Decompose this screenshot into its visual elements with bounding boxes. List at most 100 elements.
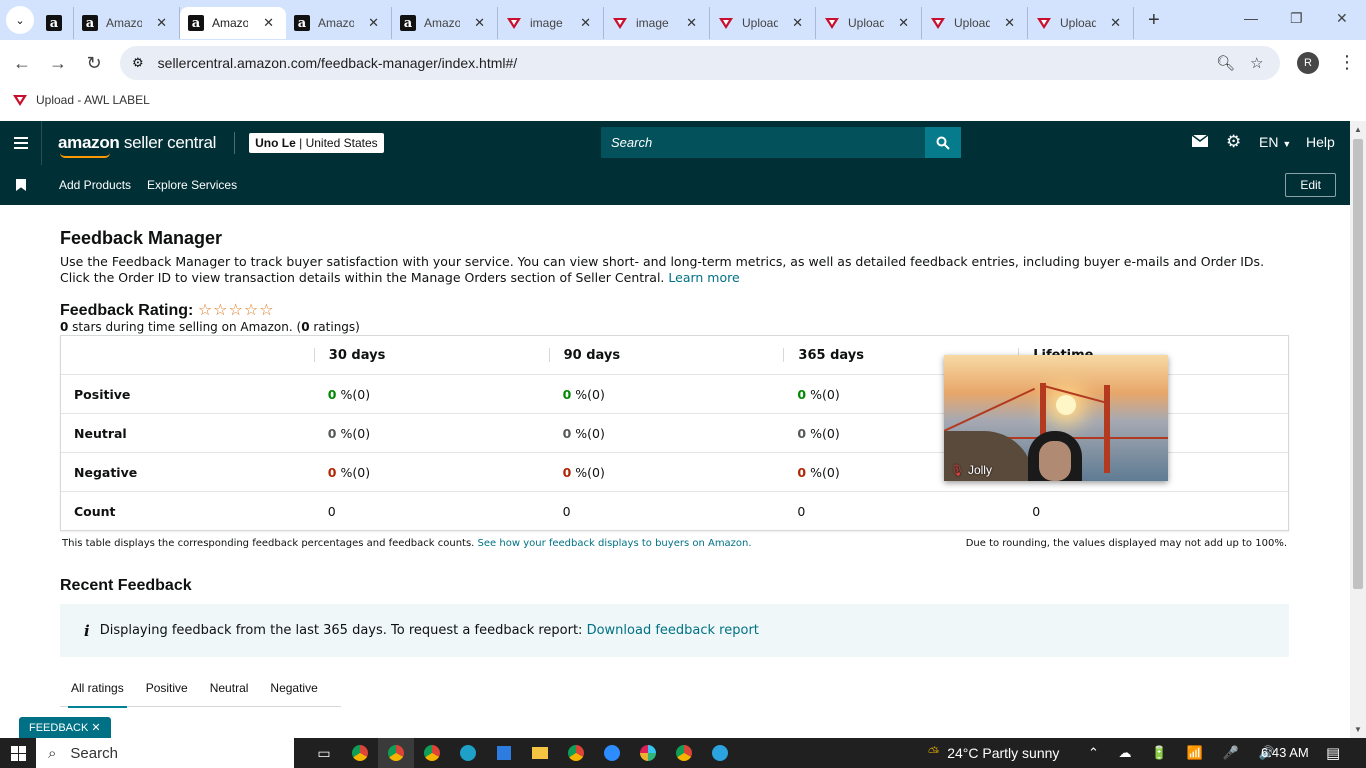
tab-close-icon[interactable]: ✕: [686, 15, 697, 31]
search-input[interactable]: Search: [601, 127, 961, 158]
tab-search-button[interactable]: ⌄: [6, 6, 34, 34]
amazon-favicon-icon: a: [188, 15, 204, 31]
table-note: This table displays the corresponding fe…: [62, 538, 752, 549]
minimize-icon[interactable]: —: [1244, 10, 1258, 26]
browser-tab[interactable]: image ✕: [498, 7, 604, 39]
scroll-down-icon[interactable]: ▼: [1354, 725, 1362, 734]
edge-icon[interactable]: [450, 738, 486, 768]
settings-gear-icon[interactable]: ⚙: [1226, 132, 1241, 152]
search-icon: ⌕: [48, 744, 57, 762]
column-header: 90 days: [548, 348, 784, 363]
taskbar-search[interactable]: ⌕ Search: [36, 738, 294, 768]
forward-icon[interactable]: →: [40, 53, 76, 74]
zoom-icon[interactable]: 🔍︎: [1216, 54, 1235, 72]
tab-close-icon[interactable]: ✕: [1004, 15, 1015, 31]
bookmark-star-icon[interactable]: ☆: [1250, 54, 1263, 72]
back-icon[interactable]: ←: [4, 53, 40, 74]
bookmark-upload-awl-label[interactable]: Upload - AWL LABEL: [36, 93, 150, 107]
filter-tab-negative[interactable]: Negative: [259, 669, 328, 707]
file-explorer-icon[interactable]: [522, 738, 558, 768]
bookmark-icon[interactable]: [16, 179, 26, 191]
hamburger-menu-icon[interactable]: [0, 121, 42, 165]
clock[interactable]: 6:43 AM: [1261, 745, 1309, 760]
learn-more-link[interactable]: Learn more: [668, 270, 739, 285]
chrome-icon[interactable]: [414, 738, 450, 768]
tab-close-icon[interactable]: ✕: [1110, 15, 1121, 31]
tab-title: image: [530, 16, 563, 30]
help-link[interactable]: Help: [1306, 134, 1335, 150]
tab-close-icon[interactable]: ✕: [263, 15, 274, 31]
info-text: Displaying feedback from the last 365 da…: [99, 623, 583, 638]
notification-icon[interactable]: ▤: [1326, 744, 1340, 762]
new-tab-button[interactable]: +: [1148, 9, 1160, 32]
browser-tab[interactable]: Upload ✕: [922, 7, 1028, 39]
rating-count: 0: [301, 320, 310, 334]
filter-tab-all-ratings[interactable]: All ratings: [60, 669, 135, 708]
tab-close-icon[interactable]: ✕: [474, 15, 485, 31]
restore-icon[interactable]: ❐: [1290, 10, 1303, 27]
browser-tab[interactable]: a Amazon ✕: [74, 7, 180, 39]
chrome-icon[interactable]: [342, 738, 378, 768]
percent-value: 0: [797, 464, 807, 480]
account-switcher[interactable]: Uno Le | United States: [249, 133, 384, 153]
percent-count: %(0): [340, 425, 371, 441]
site-info-icon[interactable]: ⚙: [132, 55, 144, 71]
store-icon[interactable]: [486, 738, 522, 768]
row-label: Count: [74, 503, 116, 519]
language-selector[interactable]: EN ▼: [1259, 134, 1291, 150]
filter-tab-neutral[interactable]: Neutral: [199, 669, 260, 707]
address-bar[interactable]: ⚙ sellercentral.amazon.com/feedback-mana…: [120, 46, 1280, 80]
windows-start-icon[interactable]: [0, 745, 36, 761]
chrome-icon[interactable]: [666, 738, 702, 768]
table-cell: 0 %(0): [549, 414, 784, 452]
close-window-icon[interactable]: ✕: [1336, 10, 1348, 27]
browser-tab[interactable]: Upload ✕: [816, 7, 922, 39]
seller-central-header: amazon seller central Uno Le | United St…: [0, 121, 1350, 165]
download-feedback-report-link[interactable]: Download feedback report: [587, 623, 759, 638]
seller-central-logo[interactable]: amazon seller central: [58, 133, 216, 158]
url-text[interactable]: sellercentral.amazon.com/feedback-manage…: [158, 55, 518, 71]
search-button[interactable]: [925, 127, 961, 158]
browser-tab[interactable]: Upload ✕: [710, 7, 816, 39]
task-view-icon[interactable]: ▭: [306, 738, 342, 768]
tab-close-icon[interactable]: ✕: [898, 15, 909, 31]
weather-widget[interactable]: ⛅︎ 24°C Partly sunny: [928, 744, 1059, 761]
scroll-up-icon[interactable]: ▲: [1354, 125, 1362, 134]
edit-button[interactable]: Edit: [1285, 173, 1336, 197]
browser-tab[interactable]: image ✕: [604, 7, 710, 39]
browser-tab[interactable]: a Amazon ✕: [180, 7, 286, 39]
telegram-icon[interactable]: [702, 738, 738, 768]
tab-close-icon[interactable]: ✕: [580, 15, 591, 31]
table-cell: 0: [1018, 492, 1288, 530]
browser-tab[interactable]: a Amazon ✕: [286, 7, 392, 39]
browser-tab[interactable]: Upload ✕: [1028, 7, 1134, 39]
see-feedback-display-link[interactable]: See how your feedback displays to buyers…: [478, 538, 752, 549]
bridge-cable: [944, 387, 1036, 432]
mail-icon[interactable]: [1191, 134, 1209, 150]
browser-tab[interactable]: a: [40, 7, 74, 39]
tab-title: Amazon: [212, 16, 248, 30]
explore-services-link[interactable]: Explore Services: [147, 178, 237, 192]
tab-close-icon[interactable]: ✕: [792, 15, 803, 31]
percent-count: %(0): [810, 386, 840, 402]
browser-tab[interactable]: a Amazon ✕: [392, 7, 498, 39]
page-scrollbar[interactable]: ▲ ▼: [1350, 121, 1366, 738]
chrome-icon[interactable]: [378, 738, 414, 768]
video-call-overlay[interactable]: 🎙︎ Jolly: [944, 355, 1168, 481]
chrome-icon[interactable]: [558, 738, 594, 768]
feedback-button[interactable]: FEEDBACK ✕: [19, 717, 111, 738]
tab-close-icon[interactable]: ✕: [156, 15, 167, 31]
scroll-thumb[interactable]: [1353, 139, 1363, 589]
row-label: Neutral: [74, 425, 127, 441]
profile-avatar[interactable]: R: [1297, 52, 1319, 74]
tab-close-icon[interactable]: ✕: [368, 15, 379, 31]
count-value: 0: [562, 503, 571, 519]
filter-tab-positive[interactable]: Positive: [135, 669, 199, 707]
reload-icon[interactable]: ↻: [76, 53, 112, 74]
row-label: Positive: [74, 386, 131, 402]
system-tray-icons[interactable]: ⌃ ☁ 🔋 📶 🎤 🔊: [1088, 745, 1283, 761]
slack-icon[interactable]: [630, 738, 666, 768]
zoom-app-icon[interactable]: [594, 738, 630, 768]
add-products-link[interactable]: Add Products: [59, 178, 131, 192]
browser-menu-icon[interactable]: ⋮: [1338, 52, 1356, 73]
